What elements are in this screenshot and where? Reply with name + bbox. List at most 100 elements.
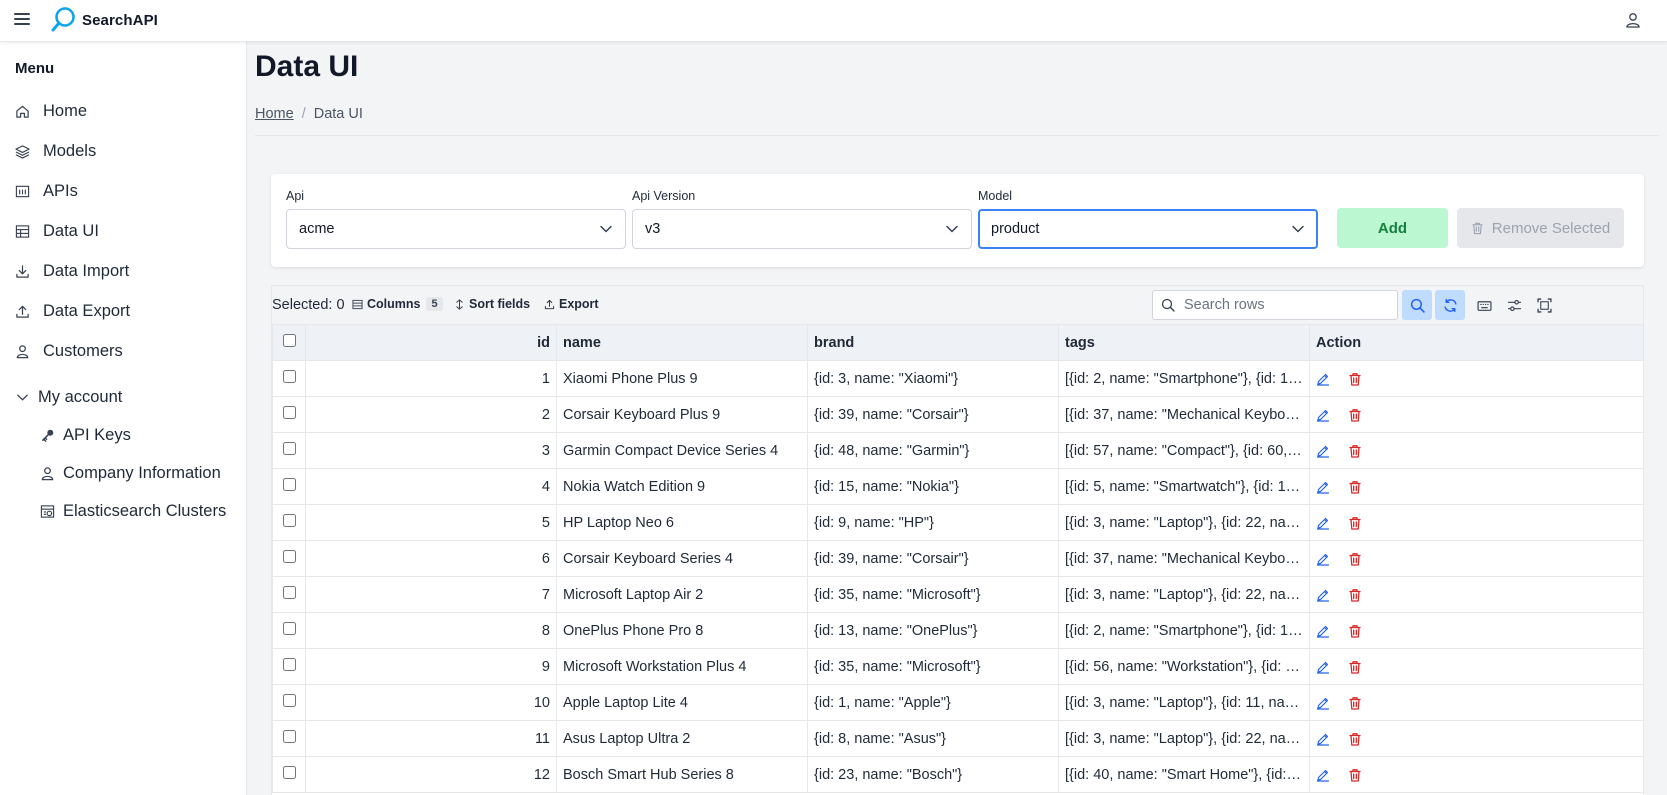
delete-icon[interactable] — [1348, 696, 1362, 710]
model-select-value: product — [991, 221, 1040, 237]
search-submit-button[interactable] — [1402, 290, 1432, 320]
breadcrumb-home-link[interactable]: Home — [255, 106, 294, 122]
row-checkbox[interactable] — [282, 550, 296, 563]
edit-icon[interactable] — [1316, 408, 1330, 422]
edit-icon[interactable] — [1316, 768, 1330, 782]
delete-icon[interactable] — [1348, 732, 1362, 746]
user-account-icon[interactable] — [1625, 12, 1641, 28]
sidebar-group-my-account[interactable]: My account — [0, 379, 247, 415]
edit-icon[interactable] — [1316, 624, 1330, 638]
delete-icon[interactable] — [1348, 588, 1362, 602]
export-button[interactable]: Export — [544, 297, 599, 311]
row-actions — [1316, 552, 1639, 566]
api-select[interactable]: acme — [286, 209, 626, 249]
edit-icon[interactable] — [1316, 552, 1330, 566]
sidebar-item-home[interactable]: Home — [0, 93, 247, 129]
column-header-brand[interactable]: brand — [807, 324, 1059, 361]
delete-icon[interactable] — [1348, 480, 1362, 494]
delete-icon[interactable] — [1348, 408, 1362, 422]
row-checkbox[interactable] — [282, 694, 296, 707]
table-row[interactable]: 7 Microsoft Laptop Air 2 {id: 35, name: "M… — [272, 576, 1643, 613]
table-row[interactable]: 4 Nokia Watch Edition 9 {id: 15, name: "No… — [272, 468, 1643, 505]
row-checkbox[interactable] — [282, 730, 296, 743]
row-select-cell — [272, 432, 306, 469]
column-header-name[interactable]: name — [556, 324, 808, 361]
sidebar-item-data-export[interactable]: Data Export — [0, 293, 247, 329]
keyboard-button[interactable] — [1469, 290, 1499, 320]
sidebar-item-apis[interactable]: APIs — [0, 173, 247, 209]
cell-brand: {id: 15, name: "Nokia"} — [807, 468, 1059, 505]
cell-brand: {id: 39, name: "Corsair"} — [807, 540, 1059, 577]
delete-icon[interactable] — [1348, 516, 1362, 530]
delete-icon[interactable] — [1348, 552, 1362, 566]
delete-icon[interactable] — [1348, 660, 1362, 674]
table-row[interactable]: 1 Xiaomi Phone Plus 9 {id: 3, name: "Xiaom… — [272, 360, 1643, 397]
user-icon — [16, 344, 29, 358]
sidebar-item-data-import[interactable]: Data Import — [0, 253, 247, 289]
trash-icon — [1472, 222, 1483, 235]
model-select[interactable]: product — [978, 209, 1318, 249]
sidebar-item-label: Elasticsearch Clusters — [63, 501, 227, 520]
breadcrumb-separator: / — [301, 106, 306, 122]
edit-icon[interactable] — [1316, 732, 1330, 746]
edit-icon[interactable] — [1316, 480, 1330, 494]
table-row[interactable]: 9 Microsoft Workstation Plus 4 {id: 35, na… — [272, 648, 1643, 685]
sidebar-item-elasticsearch-clusters[interactable]: Elasticsearch Clusters — [0, 493, 247, 529]
sidebar-item-label: Data Export — [43, 301, 131, 320]
sidebar-item-customers[interactable]: Customers — [0, 333, 247, 369]
export-label: Export — [559, 297, 599, 311]
breadcrumb: Home / Data UI — [255, 106, 363, 122]
edit-icon[interactable] — [1316, 444, 1330, 458]
row-checkbox[interactable] — [282, 766, 296, 779]
fullscreen-button[interactable] — [1529, 290, 1559, 320]
delete-icon[interactable] — [1348, 444, 1362, 458]
table-row[interactable]: 3 Garmin Compact Device Series 4 {id: 48, … — [272, 432, 1643, 469]
row-checkbox[interactable] — [282, 370, 296, 383]
add-button[interactable]: Add — [1337, 208, 1448, 248]
api-version-select[interactable]: v3 — [632, 209, 972, 249]
table-row[interactable]: 12 Bosch Smart Hub Series 8 {id: 23, name:… — [272, 756, 1643, 793]
remove-selected-button[interactable]: Remove Selected — [1457, 208, 1624, 248]
row-actions — [1316, 660, 1639, 674]
delete-icon[interactable] — [1348, 624, 1362, 638]
delete-icon[interactable] — [1348, 768, 1362, 782]
row-actions — [1316, 624, 1639, 638]
edit-icon[interactable] — [1316, 696, 1330, 710]
sidebar-item-api-keys[interactable]: API Keys — [0, 417, 247, 453]
table-row[interactable]: 2 Corsair Keyboard Plus 9 {id: 39, name: "… — [272, 396, 1643, 433]
edit-icon[interactable] — [1316, 588, 1330, 602]
app-logo[interactable]: SearchAPI — [50, 6, 158, 34]
select-all-checkbox[interactable] — [282, 334, 296, 347]
hamburger-menu-icon[interactable] — [14, 13, 30, 27]
table-row[interactable]: 10 Apple Laptop Lite 4 {id: 1, name: "Appl… — [272, 684, 1643, 721]
main-content: Data UI Home / Data UI Api acme Api Vers… — [247, 42, 1667, 795]
delete-icon[interactable] — [1348, 372, 1362, 386]
filter-settings-button[interactable] — [1499, 290, 1529, 320]
row-checkbox[interactable] — [282, 586, 296, 599]
row-checkbox[interactable] — [282, 478, 296, 491]
row-checkbox[interactable] — [282, 622, 296, 635]
sort-fields-button[interactable]: Sort fields — [454, 297, 530, 311]
columns-button[interactable]: Columns 5 — [352, 297, 443, 311]
row-checkbox[interactable] — [282, 406, 296, 419]
sidebar-item-data-ui[interactable]: Data UI — [0, 213, 247, 249]
edit-icon[interactable] — [1316, 372, 1330, 386]
table-row[interactable]: 6 Corsair Keyboard Series 4 {id: 39, name:… — [272, 540, 1643, 577]
edit-icon[interactable] — [1316, 516, 1330, 530]
cell-name: Corsair Keyboard Series 4 — [556, 540, 808, 577]
table-row[interactable]: 11 Asus Laptop Ultra 2 {id: 8, name: "Asus… — [272, 720, 1643, 757]
top-bar: SearchAPI — [0, 0, 1667, 42]
sidebar-item-company-information[interactable]: Company Information — [0, 455, 247, 491]
row-checkbox[interactable] — [282, 514, 296, 527]
row-checkbox[interactable] — [282, 658, 296, 671]
sidebar-item-models[interactable]: Models — [0, 133, 247, 169]
search-rows-input[interactable] — [1184, 297, 1384, 313]
row-checkbox[interactable] — [282, 442, 296, 455]
column-header-id[interactable]: id — [305, 324, 557, 361]
refresh-button[interactable] — [1435, 290, 1465, 320]
table-row[interactable]: 5 HP Laptop Neo 6 {id: 9, name: "HP"} [{id:… — [272, 504, 1643, 541]
edit-icon[interactable] — [1316, 660, 1330, 674]
cell-name: HP Laptop Neo 6 — [556, 504, 808, 541]
table-row[interactable]: 8 OnePlus Phone Pro 8 {id: 13, name: "OneP… — [272, 612, 1643, 649]
column-header-tags[interactable]: tags — [1058, 324, 1310, 361]
